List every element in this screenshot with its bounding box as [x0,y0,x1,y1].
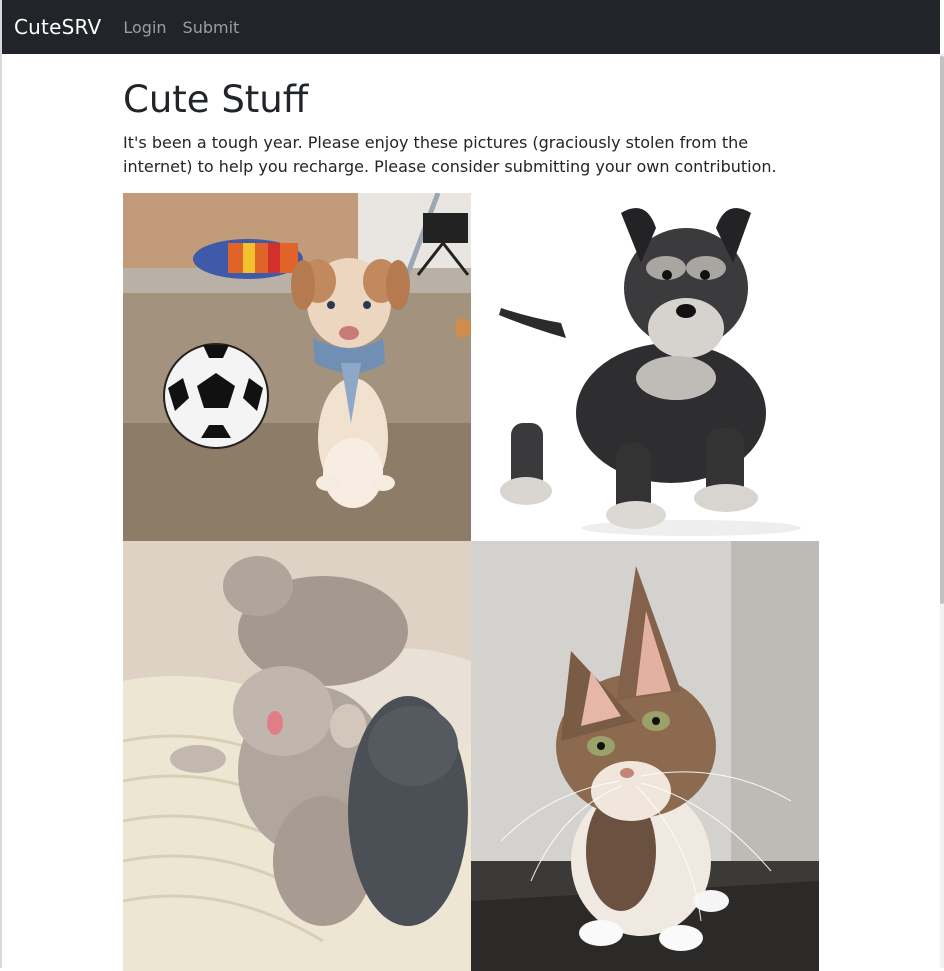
nav-link-login[interactable]: Login [123,18,166,37]
window-frame [0,0,2,968]
main-content: Cute Stuff It's been a tough year. Pleas… [123,54,823,179]
page-scrollbar-thumb[interactable] [940,56,944,604]
intro-text: It's been a tough year. Please enjoy the… [123,133,777,176]
sleeping-kittens-photo [123,541,471,971]
navbar: CuteSRV Login Submit [2,0,940,54]
brand-link[interactable]: CuteSRV [14,15,101,39]
puppy-soccer-photo [123,193,471,541]
schnauzer-puppy-photo [471,193,819,541]
page-title: Cute Stuff [123,78,309,121]
image-gallery [123,193,819,971]
nav-link-submit[interactable]: Submit [183,18,240,37]
maine-coon-kitten-photo [471,541,819,971]
